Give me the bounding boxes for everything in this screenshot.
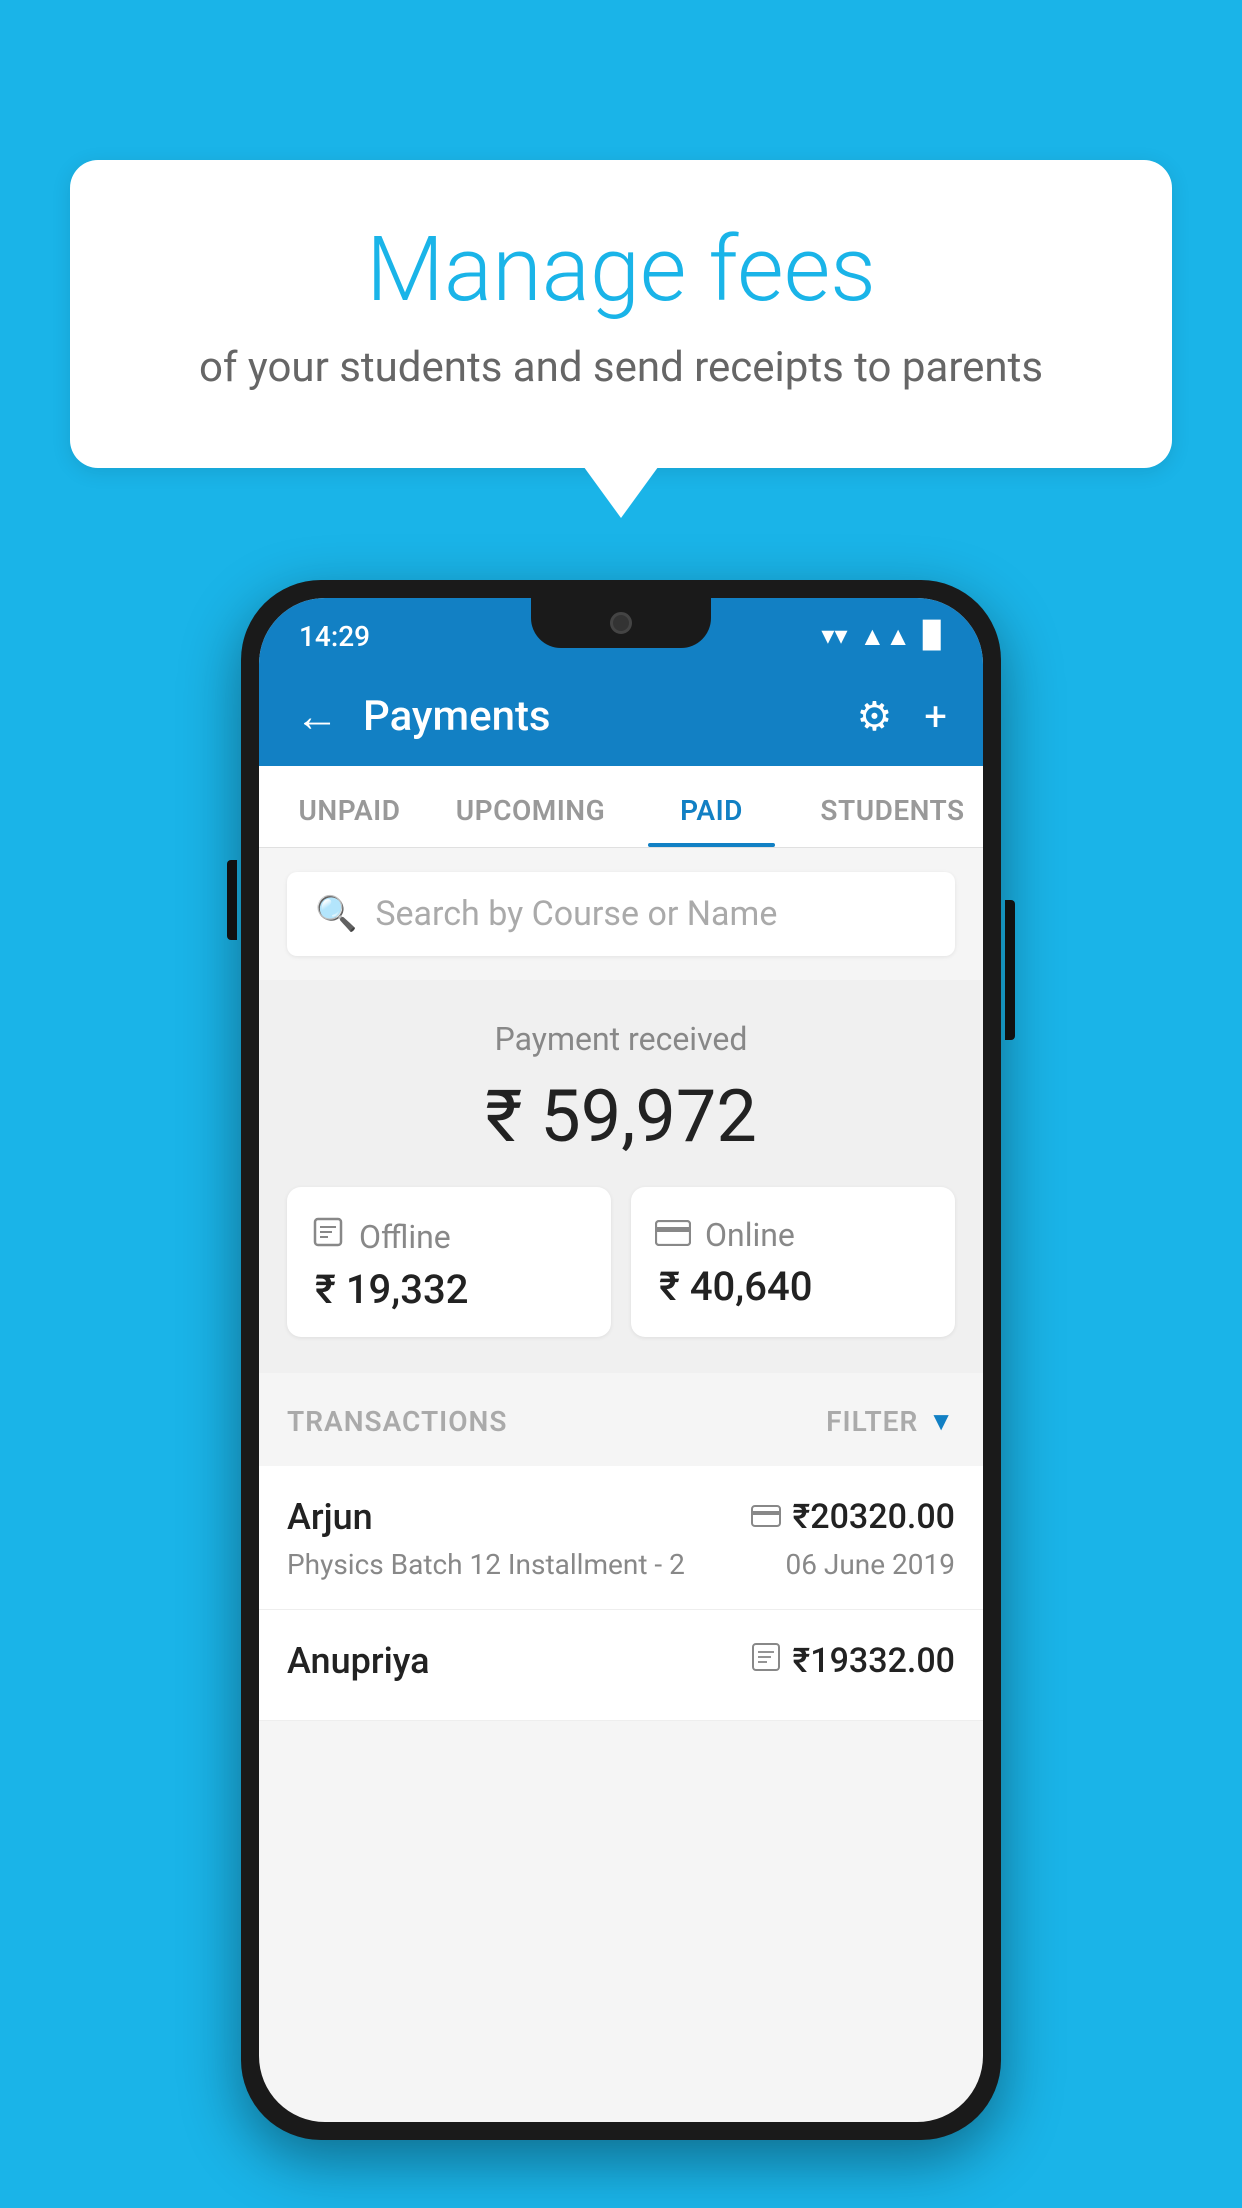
search-bar[interactable]: 🔍 Search by Course or Name (287, 872, 955, 956)
phone-frame: 14:29 ▾▾ ▲▲ ▉ ← Payments ⚙ + UNPAID (241, 580, 1001, 2140)
payment-summary: Payment received ₹ 59,972 (259, 980, 983, 1373)
tabs-bar: UNPAID UPCOMING PAID STUDENTS (259, 766, 983, 848)
transaction-row-bottom: Physics Batch 12 Installment - 2 06 June… (287, 1548, 955, 1581)
offline-card-header: Offline (311, 1215, 451, 1258)
search-input[interactable]: Search by Course or Name (375, 894, 777, 934)
transaction-amount-wrap: ₹20320.00 (751, 1497, 955, 1537)
payment-cards: Offline ₹ 19,332 (259, 1187, 983, 1337)
transaction-amount: ₹20320.00 (793, 1497, 955, 1537)
online-label: Online (705, 1216, 795, 1254)
status-icons: ▾▾ ▲▲ ▉ (821, 621, 943, 652)
tab-students[interactable]: STUDENTS (802, 766, 983, 847)
app-header: ← Payments ⚙ + (259, 666, 983, 766)
transaction-row-top: Arjun ₹20320.00 (287, 1496, 955, 1538)
transaction-course: Physics Batch 12 Installment - 2 (287, 1548, 685, 1581)
offline-amount: ₹ 19,332 (311, 1266, 468, 1313)
search-container: 🔍 Search by Course or Name (259, 848, 983, 980)
online-icon (655, 1215, 691, 1255)
phone-notch (531, 598, 711, 648)
offline-icon (311, 1215, 345, 1258)
battery-icon: ▉ (923, 621, 943, 651)
transaction-date: 06 June 2019 (785, 1548, 955, 1581)
speech-bubble: Manage fees of your students and send re… (70, 160, 1172, 468)
settings-icon[interactable]: ⚙ (856, 693, 892, 740)
transaction-name: Arjun (287, 1496, 373, 1538)
transaction-name: Anupriya (287, 1640, 430, 1682)
bubble-title: Manage fees (150, 220, 1092, 319)
filter-icon: ▼ (928, 1406, 955, 1437)
bubble-subtitle: of your students and send receipts to pa… (150, 339, 1092, 398)
speech-bubble-container: Manage fees of your students and send re… (70, 160, 1172, 468)
phone-mockup: 14:29 ▾▾ ▲▲ ▉ ← Payments ⚙ + UNPAID (241, 580, 1001, 2140)
transaction-row[interactable]: Arjun ₹20320.00 Physics (259, 1466, 983, 1610)
offline-payment-card: Offline ₹ 19,332 (287, 1187, 611, 1337)
phone-screen: 14:29 ▾▾ ▲▲ ▉ ← Payments ⚙ + UNPAID (259, 598, 983, 2122)
transaction-payment-icon (751, 1500, 781, 1535)
online-amount: ₹ 40,640 (655, 1263, 812, 1310)
payment-total-amount: ₹ 59,972 (259, 1074, 983, 1159)
front-camera (610, 612, 632, 634)
header-title: Payments (363, 692, 832, 741)
wifi-icon: ▾▾ (821, 621, 847, 651)
transaction-payment-icon (751, 1642, 781, 1680)
transactions-label: TRANSACTIONS (287, 1405, 507, 1438)
transaction-amount: ₹19332.00 (793, 1641, 955, 1681)
transaction-row[interactable]: Anupriya ₹19332.00 (259, 1610, 983, 1721)
online-card-header: Online (655, 1215, 795, 1255)
tab-paid[interactable]: PAID (621, 766, 802, 847)
signal-icon: ▲▲ (860, 621, 911, 652)
filter-label: FILTER (826, 1405, 918, 1438)
tab-upcoming[interactable]: UPCOMING (440, 766, 621, 847)
transaction-list: Arjun ₹20320.00 Physics (259, 1466, 983, 1721)
back-button[interactable]: ← (295, 694, 339, 738)
offline-label: Offline (359, 1218, 451, 1256)
transactions-header: TRANSACTIONS FILTER ▼ (259, 1373, 983, 1466)
online-payment-card: Online ₹ 40,640 (631, 1187, 955, 1337)
search-icon: 🔍 (315, 894, 357, 934)
add-icon[interactable]: + (924, 693, 947, 740)
payment-received-label: Payment received (259, 1020, 983, 1058)
header-action-icons: ⚙ + (856, 693, 947, 740)
transaction-amount-wrap: ₹19332.00 (751, 1641, 955, 1681)
tab-unpaid[interactable]: UNPAID (259, 766, 440, 847)
filter-button[interactable]: FILTER ▼ (826, 1405, 955, 1438)
status-time: 14:29 (299, 620, 370, 653)
transaction-row-top: Anupriya ₹19332.00 (287, 1640, 955, 1682)
